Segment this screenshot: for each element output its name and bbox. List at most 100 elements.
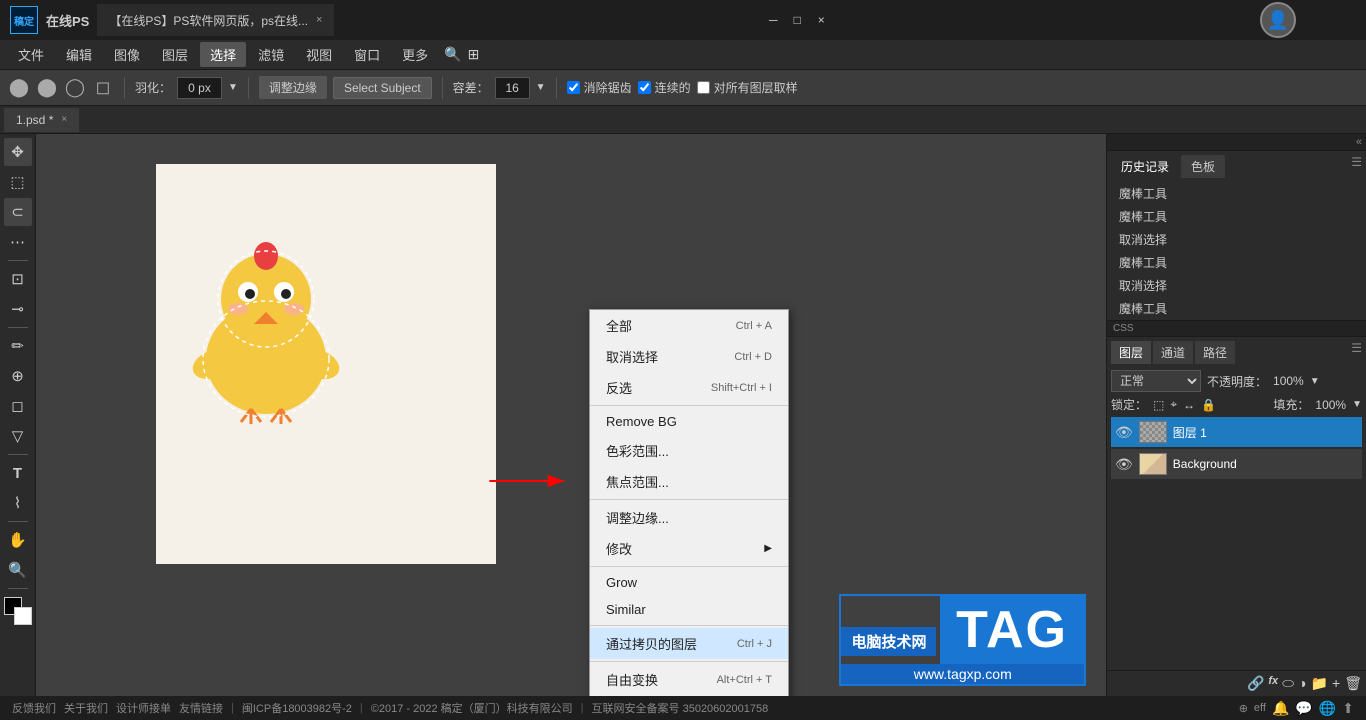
status-icon-3[interactable]: 🔔 (1272, 700, 1289, 717)
feather-input[interactable] (177, 77, 222, 99)
ctx-copy-layer[interactable]: 通过拷贝的图层 Ctrl + J (590, 628, 788, 659)
bg-color[interactable] (14, 607, 32, 625)
status-link-3[interactable]: 设计师接单 (116, 700, 171, 716)
layer-eye-1[interactable]: 👁 (1115, 424, 1133, 441)
ctx-refine-edge[interactable]: 调整边缘... (590, 502, 788, 533)
ctx-similar[interactable]: Similar (590, 596, 788, 623)
status-link-2[interactable]: 关于我们 (64, 700, 108, 716)
tab-swatches[interactable]: 色板 (1181, 155, 1225, 178)
history-item-5[interactable]: 取消选择 (1111, 274, 1362, 297)
folder-icon[interactable]: 📁 (1311, 675, 1328, 692)
tool-select-rect[interactable]: ⬚ (4, 168, 32, 196)
tool-option-4[interactable]: ◻ (92, 77, 114, 99)
ctx-modify[interactable]: 修改 ▶ (590, 533, 788, 564)
user-avatar[interactable]: 👤 (1260, 2, 1296, 38)
blend-mode-select[interactable]: 正常 (1111, 370, 1201, 392)
doc-tab-close[interactable]: × (61, 114, 67, 125)
ctx-inverse[interactable]: 反选 Shift+Ctrl + I (590, 372, 788, 403)
menu-more[interactable]: 更多 (392, 42, 438, 67)
tool-option-3[interactable]: ◯ (64, 77, 86, 99)
tool-pen[interactable]: ⌇ (4, 489, 32, 517)
new-layer-icon[interactable]: + (1332, 675, 1340, 692)
tool-eraser[interactable]: ◻ (4, 392, 32, 420)
menu-window[interactable]: 窗口 (344, 42, 390, 67)
status-icon-6[interactable]: ⬆ (1342, 700, 1354, 717)
tool-zoom[interactable]: 🔍 (4, 556, 32, 584)
layer-item-1[interactable]: 👁 图层 1 (1111, 417, 1362, 447)
tolerance-input[interactable] (495, 77, 530, 99)
panel-options-icon[interactable]: ☰ (1351, 155, 1362, 178)
menu-file[interactable]: 文件 (8, 42, 54, 67)
link-icon[interactable]: 🔗 (1247, 675, 1264, 692)
lock-icon-4[interactable]: 🔒 (1201, 398, 1216, 412)
fill-arrow[interactable]: ▼ (1352, 399, 1362, 410)
tab-close-icon[interactable]: × (316, 14, 322, 26)
tool-lasso[interactable]: ⊂ (4, 198, 32, 226)
ctx-free-transform[interactable]: 自由变换 Alt+Ctrl + T (590, 664, 788, 695)
ctx-grow[interactable]: Grow (590, 569, 788, 596)
status-icon-1[interactable]: ⊕ (1239, 702, 1248, 715)
ctx-deselect[interactable]: 取消选择 Ctrl + D (590, 341, 788, 372)
menu-filter[interactable]: 滤镜 (248, 42, 294, 67)
search-icon[interactable]: 🔍 (444, 46, 461, 63)
menu-layer[interactable]: 图层 (152, 42, 198, 67)
history-item-3[interactable]: 取消选择 (1111, 228, 1362, 251)
tool-option-1[interactable]: ⬤ (8, 77, 30, 99)
status-link-4[interactable]: 友情链接 (179, 700, 223, 716)
history-item-4[interactable]: 魔棒工具 (1111, 251, 1362, 274)
menu-view[interactable]: 视图 (296, 42, 342, 67)
menu-edit[interactable]: 编辑 (56, 42, 102, 67)
ctx-remove-bg[interactable]: Remove BG (590, 408, 788, 435)
tool-magic-wand[interactable]: ⋯ (4, 228, 32, 256)
minimize-button[interactable]: ─ (765, 12, 781, 28)
tool-option-2[interactable]: ⬤ (36, 77, 58, 99)
all-layers-checkbox[interactable] (697, 81, 710, 94)
adjust-edge-button[interactable]: 调整边缘 (259, 76, 327, 99)
status-icon-2[interactable]: eff (1254, 702, 1266, 714)
tab-paths[interactable]: 路径 (1195, 341, 1235, 364)
status-link-1[interactable]: 反馈我们 (12, 700, 56, 716)
layer-eye-bg[interactable]: 👁 (1115, 456, 1133, 473)
maximize-button[interactable]: □ (789, 12, 805, 28)
color-boxes[interactable] (4, 597, 32, 625)
ctx-focus-range[interactable]: 焦点范围... (590, 466, 788, 497)
anti-alias-checkbox[interactable] (567, 81, 580, 94)
history-item-1[interactable]: 魔棒工具 (1111, 182, 1362, 205)
canvas-area[interactable]: 全部 Ctrl + A 取消选择 Ctrl + D 反选 Shift+Ctrl … (36, 134, 1106, 696)
history-item-2[interactable]: 魔棒工具 (1111, 205, 1362, 228)
tool-paint[interactable]: ▽ (4, 422, 32, 450)
menu-select[interactable]: 选择 (200, 42, 246, 67)
status-icon-4[interactable]: 💬 (1295, 700, 1312, 717)
select-subject-button[interactable]: Select Subject (333, 77, 432, 99)
tool-stamp[interactable]: ⊕ (4, 362, 32, 390)
doc-tab-1[interactable]: 1.psd * × (4, 108, 79, 132)
tab-document[interactable]: 【在线PS】PS软件网页版，ps在线... × (97, 4, 334, 36)
layers-options-icon[interactable]: ☰ (1351, 341, 1362, 364)
tool-crop[interactable]: ⊡ (4, 265, 32, 293)
tool-eyedrop[interactable]: ⊸ (4, 295, 32, 323)
status-icon-5[interactable]: 🌐 (1319, 700, 1336, 717)
contiguous-checkbox[interactable] (638, 81, 651, 94)
tool-move[interactable]: ✥ (4, 138, 32, 166)
ctx-select-all[interactable]: 全部 Ctrl + A (590, 310, 788, 341)
lock-icon-1[interactable]: ⬚ (1153, 398, 1164, 412)
delete-icon[interactable]: 🗑 (1344, 675, 1362, 692)
ctx-transform-selection[interactable]: 变换选区 (590, 695, 788, 696)
expand-icon[interactable]: ⊞ (468, 46, 480, 63)
history-item-6[interactable]: 魔棒工具 (1111, 297, 1362, 320)
tab-layers[interactable]: 图层 (1111, 341, 1151, 364)
mask-icon[interactable]: ⬭ (1282, 675, 1294, 692)
panel-collapse-icon[interactable]: « (1356, 136, 1362, 148)
menu-image[interactable]: 图像 (104, 42, 150, 67)
layer-item-bg[interactable]: 👁 Background (1111, 449, 1362, 479)
opacity-arrow[interactable]: ▼ (1310, 376, 1320, 387)
tab-channels[interactable]: 通道 (1153, 341, 1193, 364)
lock-icon-3[interactable]: ↔ (1183, 398, 1195, 412)
tool-text[interactable]: T (4, 459, 32, 487)
tab-history[interactable]: 历史记录 (1111, 155, 1179, 178)
tolerance-arrow[interactable]: ▼ (536, 82, 546, 93)
tool-hand[interactable]: ✋ (4, 526, 32, 554)
ctx-color-range[interactable]: 色彩范围... (590, 435, 788, 466)
feather-arrow[interactable]: ▼ (228, 82, 238, 93)
lock-icon-2[interactable]: ⌖ (1170, 397, 1177, 412)
